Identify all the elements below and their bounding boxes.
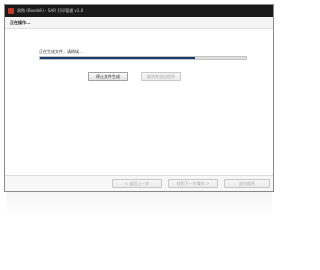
- stop-generation-button[interactable]: 停止文件生成: [88, 72, 128, 81]
- page-header: 正在操作...: [5, 17, 273, 29]
- cancel-exit-button[interactable]: 取消并退出程序: [141, 72, 181, 81]
- window-title: 易购 (Bosdeli) - SAR 打印管理 v1.0: [17, 8, 84, 13]
- next-button[interactable]: 转到下一步操作 >: [168, 179, 218, 188]
- footer-bar: < 返回上一步 转到下一步操作 > 退出程序: [5, 176, 273, 191]
- page-title: 正在操作...: [10, 20, 31, 25]
- back-button[interactable]: < 返回上一步: [112, 179, 162, 188]
- progress-bar: [39, 56, 247, 60]
- window-shadow: [6, 192, 272, 216]
- wizard-window: 易购 (Bosdeli) - SAR 打印管理 v1.0 正在操作... 正在生…: [4, 4, 274, 192]
- exit-button[interactable]: 退出程序: [224, 179, 270, 188]
- progress-bar-fill: [40, 57, 195, 59]
- title-bar: 易购 (Bosdeli) - SAR 打印管理 v1.0: [5, 5, 273, 17]
- app-logo-icon: [8, 8, 14, 14]
- progress-status-label: 正在生成文件，请稍候...: [39, 49, 83, 54]
